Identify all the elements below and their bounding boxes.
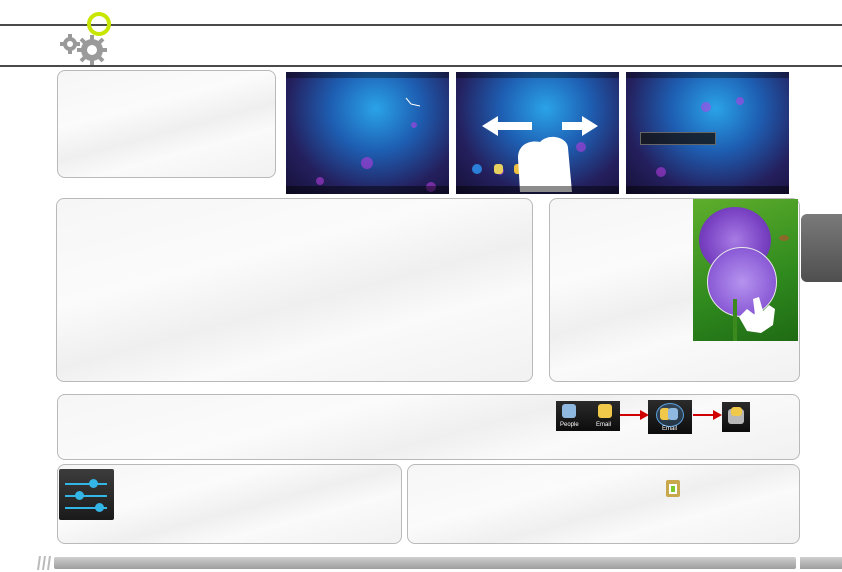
pinch-zoom-hand-icon [739, 297, 775, 333]
description-panel [56, 198, 533, 382]
quick-toggle-bar [640, 132, 716, 145]
email-label: Email [596, 422, 612, 428]
folder-drop: Email [648, 400, 692, 434]
status-bar [456, 72, 619, 78]
home-screen-screenshot [286, 72, 449, 194]
header-bottom-rule [0, 65, 842, 67]
footer-stripes [37, 556, 51, 570]
swipe-screenshot [456, 72, 619, 194]
arrow-icon [693, 410, 722, 420]
flower-photo [693, 199, 798, 341]
nav-bar [626, 186, 789, 194]
folder-label: Email [662, 426, 678, 432]
people-label: People [560, 422, 579, 428]
status-bar [286, 72, 449, 78]
settings-sliders-icon [59, 469, 114, 520]
footer-page-tab [800, 557, 842, 569]
people-app-icon [562, 404, 576, 418]
quick-settings-screenshot [626, 72, 789, 194]
side-tab [801, 214, 842, 282]
nav-bar [456, 186, 619, 194]
intro-text-panel [57, 70, 276, 178]
email-app-icon [598, 404, 612, 418]
gears-icon [60, 12, 111, 65]
status-bar [626, 72, 789, 78]
nav-bar [286, 186, 449, 194]
footer-bar [54, 557, 796, 569]
app-store-bag-icon [666, 480, 680, 497]
bee-icon [779, 235, 789, 241]
folder-icon [722, 402, 750, 432]
header-top-rule [0, 24, 842, 26]
analog-clock-icon [405, 97, 421, 107]
swipe-horizontal-icon [482, 116, 598, 192]
store-panel [407, 464, 800, 544]
arrow-icon [620, 410, 649, 420]
apps-pair: People Email [556, 401, 620, 431]
